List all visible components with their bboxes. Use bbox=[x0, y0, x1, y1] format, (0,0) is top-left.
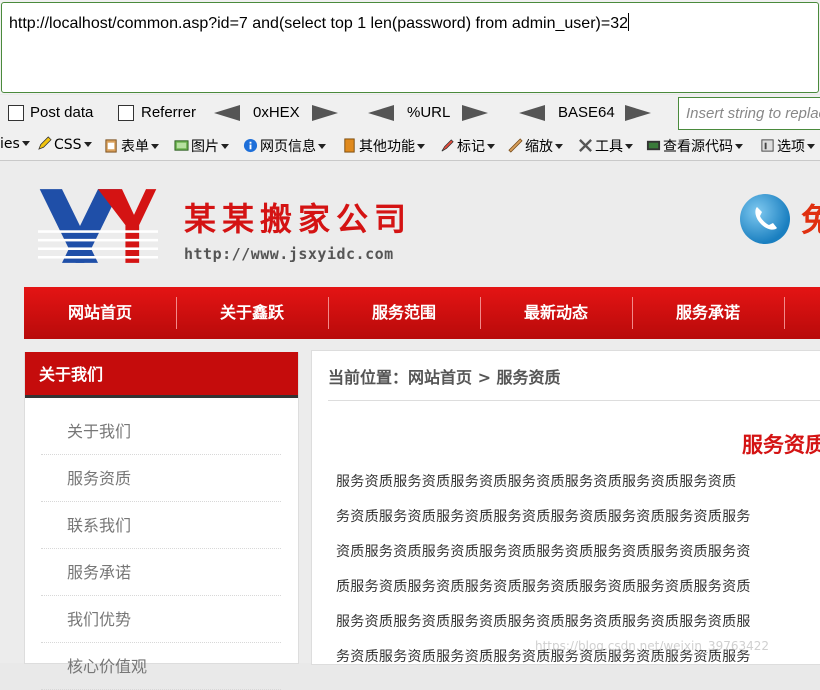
nav-about[interactable]: 关于鑫跃 bbox=[176, 287, 328, 339]
toolbar-forms-menu[interactable]: 表单 bbox=[104, 136, 159, 156]
url-encode-arrow-icon[interactable] bbox=[462, 105, 488, 121]
toolbar-outline-menu[interactable]: 标记 bbox=[440, 136, 495, 156]
paragraph-line: 务资质服务资质服务资质服务资质服务资质服务资质服务资质服务 bbox=[336, 509, 751, 525]
settings-icon bbox=[761, 139, 774, 152]
pencil-icon bbox=[38, 136, 52, 150]
sidebar-item-qualification[interactable]: 服务资质 bbox=[41, 456, 281, 502]
company-name: 某某搬家公司 bbox=[184, 200, 413, 238]
toolbar-images-menu[interactable]: 图片 bbox=[174, 136, 229, 156]
nav-service-scope[interactable]: 服务范围 bbox=[328, 287, 480, 339]
divider bbox=[328, 400, 820, 401]
hex-decode-arrow-icon[interactable] bbox=[214, 105, 240, 121]
main-nav: 网站首页 关于鑫跃 服务范围 最新动态 服务承诺 bbox=[24, 287, 820, 339]
breadcrumb: 当前位置：网站首页 > 服务资质 bbox=[328, 368, 561, 387]
paragraph-line: 服务资质服务资质服务资质服务资质服务资质服务资质服务资质 bbox=[336, 474, 737, 490]
ruler-icon bbox=[508, 138, 523, 153]
main-content: 当前位置：网站首页 > 服务资质 服务资质 服务资质服务资质服务资质服务资质服务… bbox=[311, 350, 820, 665]
toolbar-information-menu[interactable]: 网页信息 bbox=[243, 136, 326, 156]
toolbar-resize-menu[interactable]: 缩放 bbox=[508, 136, 563, 156]
nav-home[interactable]: 网站首页 bbox=[24, 287, 176, 339]
phone-icon bbox=[740, 194, 790, 244]
nav-separator bbox=[784, 297, 785, 329]
referrer-label[interactable]: Referrer bbox=[141, 104, 196, 121]
post-data-label[interactable]: Post data bbox=[30, 104, 93, 121]
image-icon bbox=[174, 140, 189, 151]
base64-encode-arrow-icon[interactable] bbox=[625, 105, 651, 121]
sidebar-item-values[interactable]: 核心价值观 bbox=[41, 644, 281, 690]
web-developer-toolbar: ies CSS 表单 图片 网页信息 其他功能 标记 缩放 工具 查看源代码 选… bbox=[0, 132, 820, 161]
toolbar-cookies-menu[interactable]: ies bbox=[0, 136, 30, 156]
toolbar-options-menu[interactable]: 选项 bbox=[760, 136, 815, 156]
paragraph-line: 服务资质服务资质服务资质服务资质服务资质服务资质服务资质服 bbox=[336, 614, 751, 630]
article-title: 服务资质 bbox=[742, 433, 820, 457]
hotline-text: 免 bbox=[801, 201, 820, 239]
url-textarea[interactable]: http://localhost/common.asp?id=7 and(sel… bbox=[1, 2, 819, 93]
base64-label: BASE64 bbox=[558, 104, 615, 121]
book-icon bbox=[344, 138, 355, 153]
paragraph-line: 质服务资质服务资质服务资质服务资质服务资质服务资质服务资质 bbox=[336, 579, 751, 595]
toolbar-css-menu[interactable]: CSS bbox=[37, 136, 92, 156]
clipboard-icon bbox=[105, 139, 117, 153]
url-decode-arrow-icon[interactable] bbox=[368, 105, 394, 121]
toolbar-tools-menu[interactable]: 工具 bbox=[578, 136, 633, 156]
paragraph-line: 资质服务资质服务资质服务资质服务资质服务资质服务资质服务资 bbox=[336, 544, 751, 560]
url-value-line: http://localhost/common.asp?id=7 and(sel… bbox=[9, 13, 629, 32]
company-url: http://www.jsxyidc.com bbox=[184, 245, 394, 263]
sidebar-title: 关于我们 bbox=[25, 352, 298, 398]
text-caret bbox=[628, 13, 629, 31]
sidebar-item-about[interactable]: 关于我们 bbox=[41, 409, 281, 455]
hex-encode-arrow-icon[interactable] bbox=[312, 105, 338, 121]
nav-news[interactable]: 最新动态 bbox=[480, 287, 632, 339]
toolbar-misc-menu[interactable]: 其他功能 bbox=[342, 136, 425, 156]
toolbar-view-source-menu[interactable]: 查看源代码 bbox=[646, 136, 743, 156]
post-data-checkbox[interactable] bbox=[8, 105, 24, 121]
sidebar-item-contact[interactable]: 联系我们 bbox=[41, 503, 281, 549]
xy-logo[interactable] bbox=[38, 181, 158, 271]
info-icon bbox=[243, 138, 258, 153]
base64-decode-arrow-icon[interactable] bbox=[519, 105, 545, 121]
sidebar: 关于我们 关于我们 服务资质 联系我们 服务承诺 我们优势 核心价值观 bbox=[24, 352, 299, 690]
insert-string-input[interactable] bbox=[684, 98, 820, 128]
watermark: https://blog.csdn.net/weixin_39763422 bbox=[535, 639, 770, 653]
marker-icon bbox=[441, 139, 454, 152]
hackbar-options-row: Post data Referrer 0xHEX %URL BASE64 bbox=[0, 95, 820, 132]
insert-string-field[interactable] bbox=[678, 97, 820, 130]
referrer-checkbox[interactable] bbox=[118, 105, 134, 121]
url-encode-label: %URL bbox=[407, 104, 451, 121]
monitor-icon bbox=[646, 140, 661, 151]
tools-icon bbox=[579, 139, 592, 152]
hackbar-url-area: http://localhost/common.asp?id=7 and(sel… bbox=[0, 0, 820, 94]
hex-label: 0xHEX bbox=[253, 104, 300, 121]
nav-service-promise[interactable]: 服务承诺 bbox=[632, 287, 784, 339]
sidebar-item-advantages[interactable]: 我们优势 bbox=[41, 597, 281, 643]
sidebar-item-promise[interactable]: 服务承诺 bbox=[41, 550, 281, 596]
website-page: 某某搬家公司 http://www.jsxyidc.com 免 网站首页 关于鑫… bbox=[0, 161, 820, 690]
